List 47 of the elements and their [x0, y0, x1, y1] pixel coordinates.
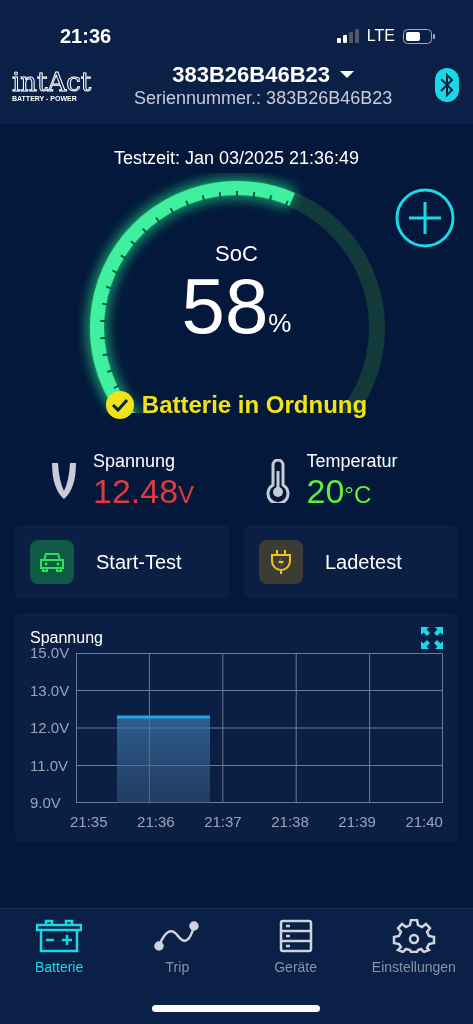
nav-tab[interactable]: Trip	[118, 919, 237, 983]
x-axis-label: 21:40	[405, 813, 443, 830]
test-button[interactable]: Ladetest	[244, 525, 458, 599]
reading-value: 12.48	[93, 472, 179, 511]
add-icon[interactable]	[394, 187, 456, 249]
x-axis-label: 21:38	[271, 813, 309, 830]
device-selector[interactable]: 383B26B46B23	[172, 61, 355, 88]
x-axis-label: 21:37	[204, 813, 242, 830]
plug-icon	[259, 540, 303, 584]
car-icon	[30, 540, 74, 584]
x-axis-label: 21:35	[70, 813, 108, 830]
nav-tab[interactable]: Geräte	[236, 919, 355, 983]
battery-icon	[403, 28, 435, 44]
status-time: 21:36	[60, 24, 112, 48]
nav-tab[interactable]: Batterie	[0, 919, 119, 983]
check-icon	[105, 391, 134, 419]
reading-unit: V	[178, 481, 195, 509]
y-axis-label: 11.0V	[30, 759, 70, 772]
reading-unit: °C	[344, 481, 372, 509]
soc-unit: %	[268, 308, 292, 339]
fullscreen-icon[interactable]	[421, 627, 443, 649]
test-time: Testzeit: Jan 03/2025 21:36:49	[112, 148, 361, 169]
network-label: LTE	[366, 27, 395, 45]
x-axis-label: 21:36	[137, 813, 175, 830]
signal-icon	[336, 29, 359, 43]
voltage-icon	[51, 461, 77, 501]
test-button[interactable]: Start-Test	[15, 525, 229, 599]
serial-number: Seriennummer.: 383B26B46B23	[134, 87, 393, 109]
settings-icon	[390, 919, 437, 953]
y-axis-label: 9.0V	[30, 797, 62, 809]
y-axis-label: 12.0V	[30, 722, 71, 734]
bluetooth-icon[interactable]	[435, 68, 459, 102]
x-axis-label: 21:39	[338, 813, 376, 830]
y-axis-label: 13.0V	[30, 684, 71, 697]
y-axis-label: 15.0V	[30, 647, 70, 659]
reading-label: Temperatur	[306, 451, 398, 472]
battery-status: Batterie in Ordnung	[141, 391, 368, 419]
chart-title: Spannung	[30, 629, 103, 647]
soc-value: 58	[181, 267, 269, 345]
soc-label: SoC	[215, 241, 258, 267]
reading-value: 20	[306, 472, 345, 511]
route-icon	[154, 919, 201, 953]
battery-icon	[36, 919, 83, 953]
thermometer-icon	[264, 459, 291, 503]
reading-label: Spannung	[93, 451, 177, 472]
caret-icon	[340, 71, 355, 78]
nav-tab[interactable]: Einstellungen	[354, 919, 473, 983]
